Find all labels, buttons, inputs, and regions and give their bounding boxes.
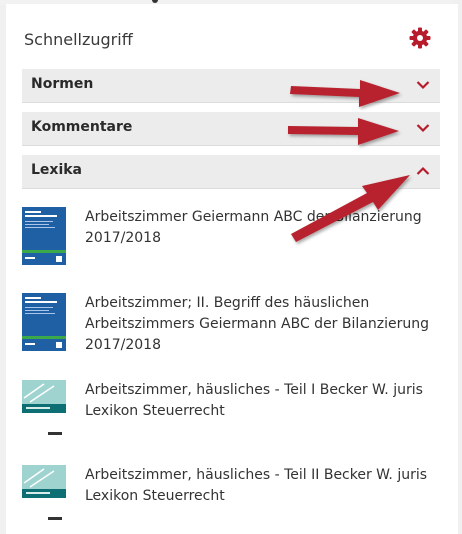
chevron-down-icon[interactable] — [416, 123, 430, 133]
panel-title: Schnellzugriff — [24, 30, 133, 49]
lexikon-item-title[interactable]: Arbeitszimmer Geiermann ABC der Bilanzie… — [85, 207, 445, 249]
section-label-normen: Normen — [31, 76, 94, 92]
section-normen[interactable]: Normen — [22, 69, 440, 103]
quick-access-panel: Schnellzugriff Normen Kommentare Lexika — [6, 4, 458, 534]
book-cover-thumbnail — [22, 293, 66, 351]
section-lexika[interactable]: Lexika — [22, 155, 440, 189]
lexikon-item-title[interactable]: Arbeitszimmer; II. Begriff des häusliche… — [85, 293, 445, 356]
chevron-up-icon[interactable] — [416, 166, 430, 176]
lexikon-item-title[interactable]: Arbeitszimmer, häusliches - Teil I Becke… — [85, 380, 445, 422]
section-kommentare[interactable]: Kommentare — [22, 112, 440, 146]
juris-cover-thumbnail — [22, 380, 66, 438]
gear-icon[interactable] — [408, 26, 432, 50]
lexikon-item-title[interactable]: Arbeitszimmer, häusliches - Teil II Beck… — [85, 465, 445, 507]
book-cover-thumbnail — [22, 207, 66, 265]
juris-cover-thumbnail — [22, 465, 66, 523]
section-label-kommentare: Kommentare — [31, 119, 133, 135]
top-indicator — [152, 0, 158, 3]
chevron-down-icon[interactable] — [416, 80, 430, 90]
section-label-lexika: Lexika — [31, 162, 83, 178]
